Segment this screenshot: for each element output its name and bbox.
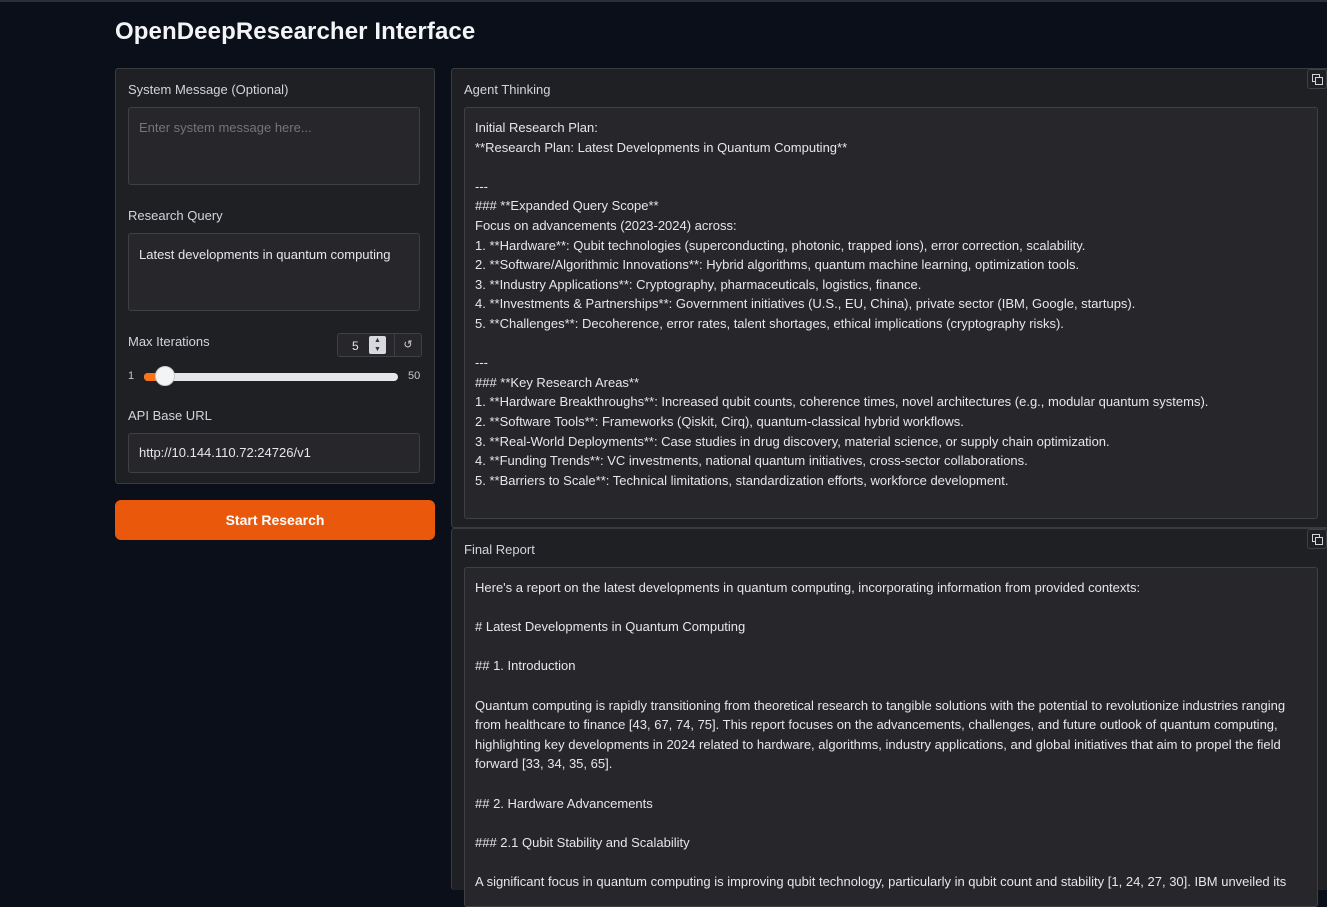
agent-thinking-panel: Agent Thinking Initial Research Plan: **R…: [451, 68, 1327, 528]
thinking-line: ### **Key Research Areas**: [475, 374, 640, 390]
thinking-line: ### **Expanded Query Scope**: [475, 198, 659, 214]
thinking-line: 1. **Hardware Breakthroughs**: Increased…: [475, 394, 1209, 410]
thinking-line: Initial Research Plan:: [475, 120, 598, 135]
system-message-input[interactable]: [128, 107, 420, 185]
report-paragraph: A significant focus in quantum computing…: [475, 873, 1287, 889]
thinking-line: ---: [475, 178, 488, 194]
thinking-line: 2. **Software Tools**: Frameworks (Qiski…: [475, 413, 964, 429]
thinking-line: 4. **Investments & Partnerships**: Gover…: [475, 296, 1136, 312]
report-paragraph: ### 2.1 Qubit Stability and Scalability: [475, 834, 690, 850]
system-message-label: System Message (Optional): [128, 82, 289, 97]
thinking-line: 1. **Hardware**: Qubit technologies (sup…: [475, 237, 1086, 253]
start-research-button[interactable]: Start Research: [115, 500, 435, 540]
chevron-down-icon[interactable]: ▼: [372, 345, 383, 354]
agent-thinking-output[interactable]: Initial Research Plan: **Research Plan: L…: [464, 107, 1318, 519]
report-paragraph: ## 2. Hardware Advancements: [475, 795, 653, 811]
final-report-panel: Final Report Here's a report on the late…: [451, 528, 1327, 907]
thinking-line: Focus on advancements (2023-2024) across…: [475, 217, 737, 233]
thinking-line: 2. **Software/Algorithmic Innovations**:…: [475, 257, 1080, 273]
thinking-line: [475, 334, 1307, 354]
slider-max-label: 50: [408, 370, 421, 382]
top-border: [0, 0, 1327, 2]
slider-thumb[interactable]: [154, 366, 175, 386]
report-paragraph: # Latest Developments in Quantum Computi…: [475, 619, 746, 635]
copy-icon[interactable]: [1307, 529, 1327, 549]
number-spinner[interactable]: ▲ ▼: [369, 336, 386, 354]
thinking-line: **Research Plan: Latest Developments in …: [475, 139, 848, 155]
slider-min-label: 1: [128, 370, 135, 382]
agent-thinking-label: Agent Thinking: [464, 82, 551, 97]
max-iterations-label: Max Iterations: [128, 334, 210, 349]
report-paragraph: Here's a report on the latest developmen…: [475, 580, 1141, 595]
api-base-url-label: API Base URL: [128, 408, 212, 423]
api-base-url-input[interactable]: http://10.144.110.72:24726/v1: [128, 433, 420, 473]
final-report-output[interactable]: Here's a report on the latest developmen…: [464, 567, 1318, 907]
page-title: OpenDeepResearcher Interface: [115, 18, 476, 45]
final-report-label: Final Report: [464, 542, 535, 557]
thinking-line: 5. **Barriers to Scale**: Technical limi…: [475, 472, 1009, 488]
thinking-line: 3. **Industry Applications**: Cryptograp…: [475, 276, 922, 292]
research-query-label: Research Query: [128, 208, 223, 223]
thinking-line: 4. **Funding Trends**: VC investments, n…: [475, 453, 1028, 469]
settings-panel: System Message (Optional) Research Query…: [115, 68, 435, 484]
reset-icon[interactable]: ↺: [394, 333, 422, 357]
max-iterations-number-input[interactable]: 5 ▲ ▼: [337, 333, 395, 357]
max-iterations-value: 5: [352, 339, 359, 353]
research-query-input[interactable]: Latest developments in quantum computing: [128, 233, 420, 311]
report-paragraph: ## 1. Introduction: [475, 658, 576, 674]
max-iterations-slider[interactable]: [144, 373, 398, 381]
thinking-line: [475, 157, 1307, 177]
thinking-line: 3. **Real-World Deployments**: Case stud…: [475, 433, 1110, 449]
thinking-line: ---: [475, 355, 488, 371]
chevron-up-icon[interactable]: ▲: [372, 336, 383, 345]
report-paragraph: Quantum computing is rapidly transitioni…: [475, 697, 1286, 772]
thinking-line: 5. **Challenges**: Decoherence, error ra…: [475, 315, 1064, 331]
copy-icon[interactable]: [1307, 69, 1327, 89]
